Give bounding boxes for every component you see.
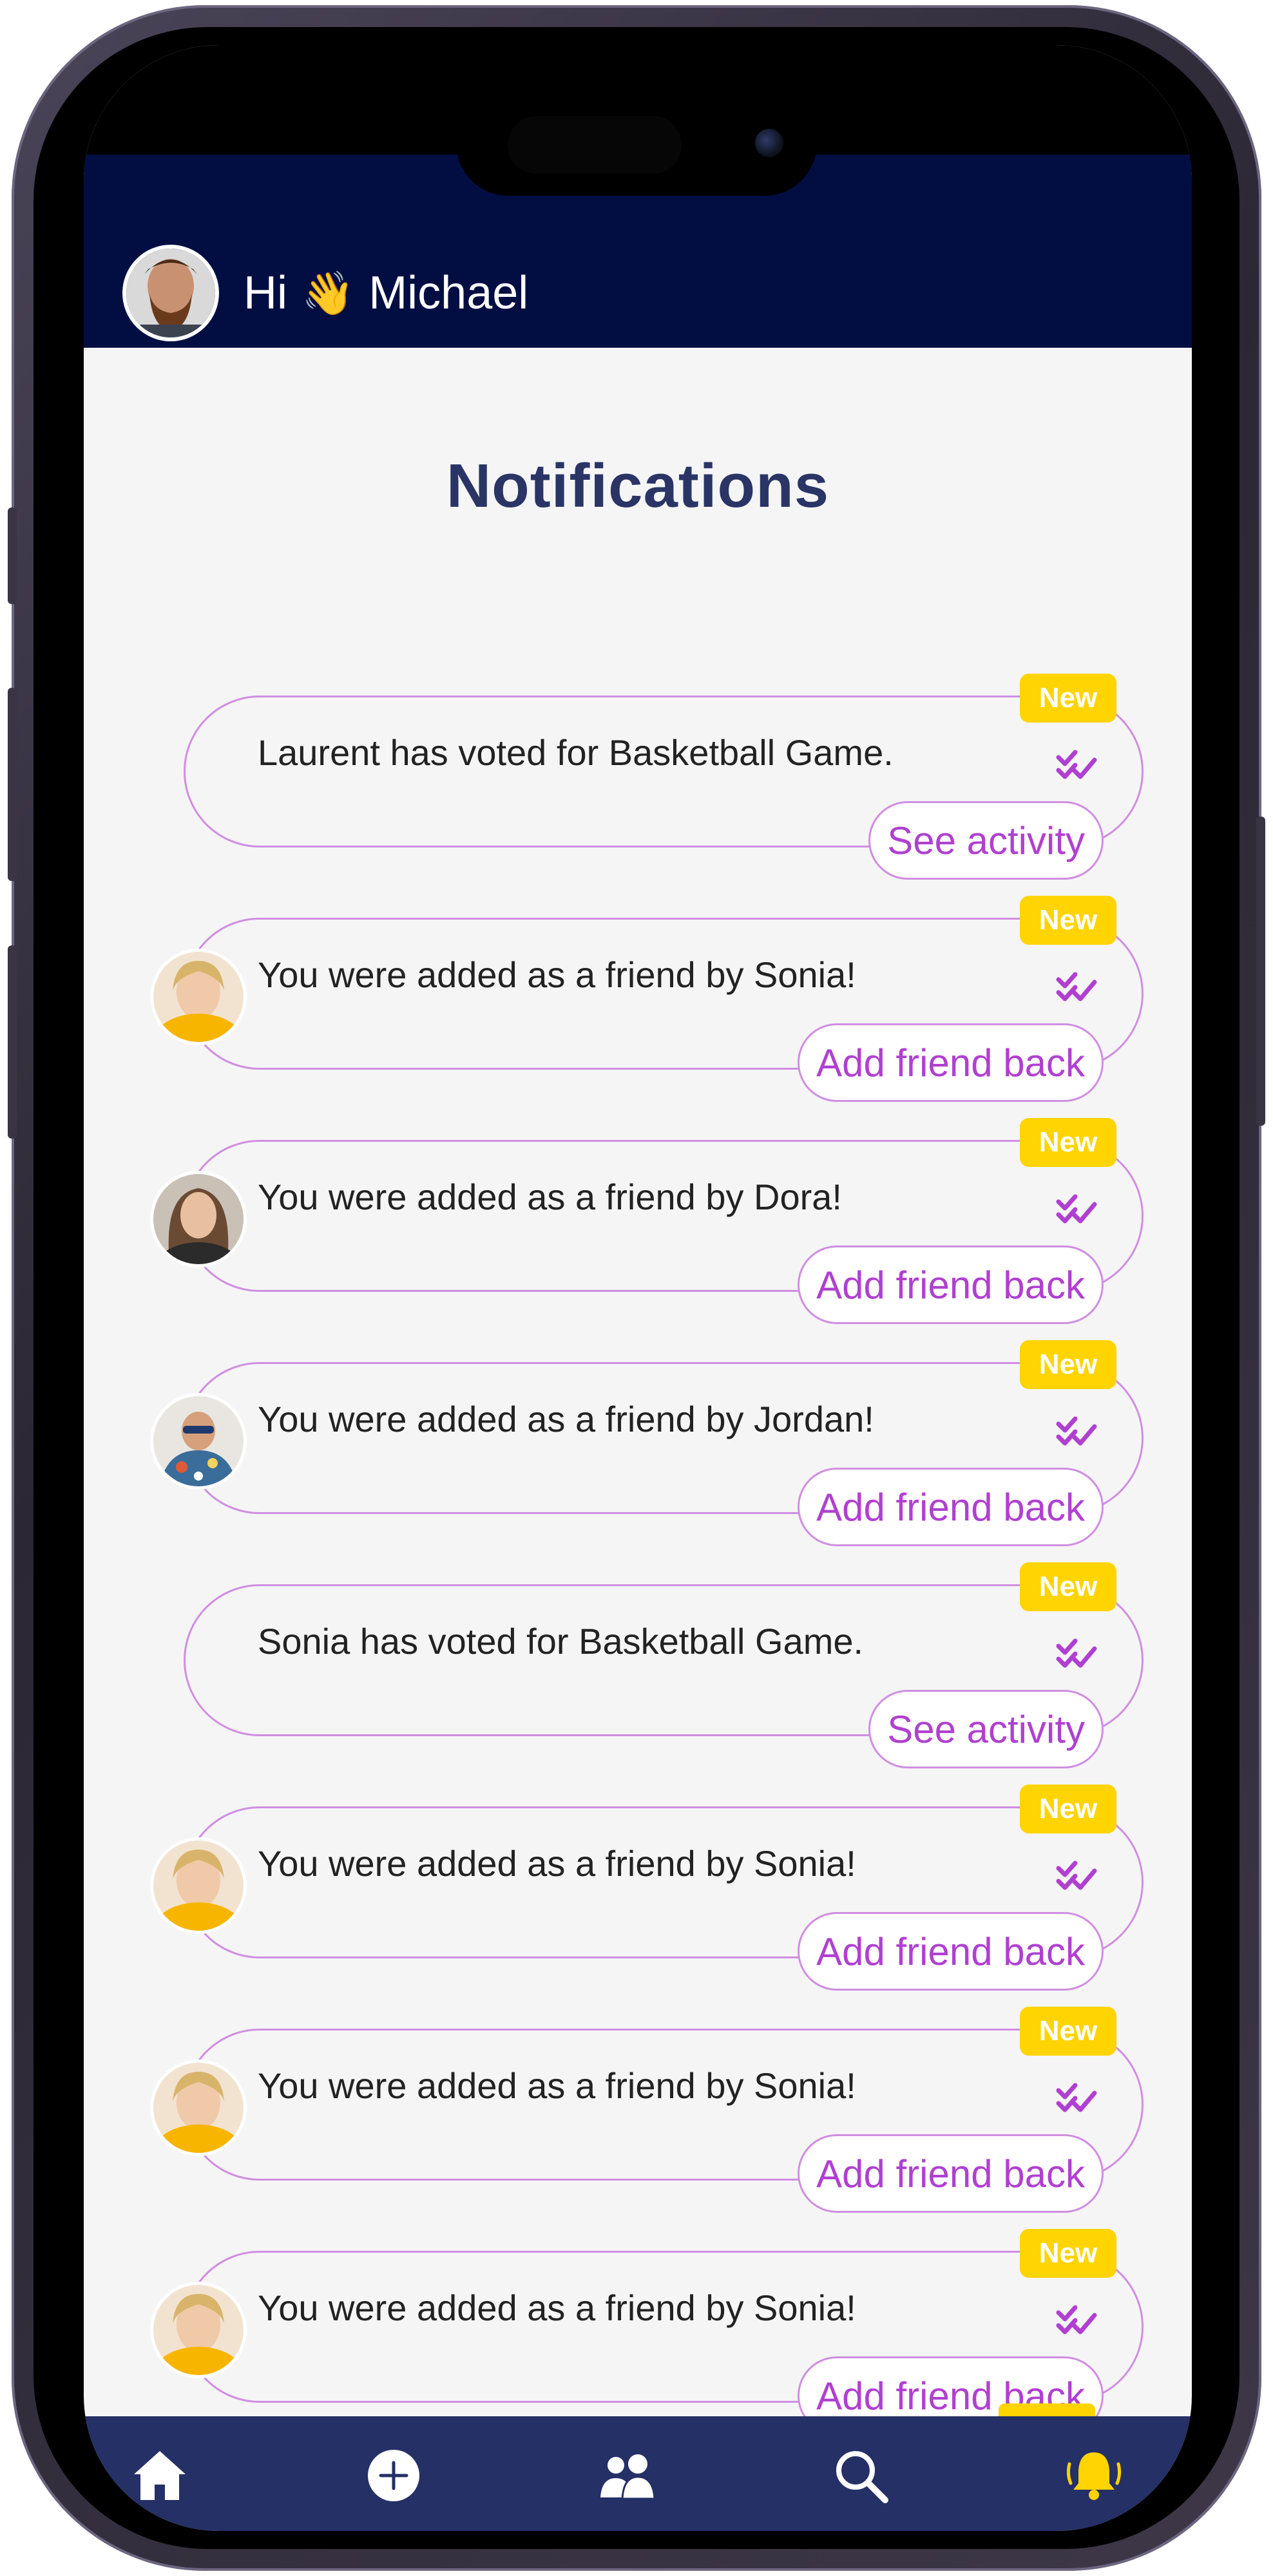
screen: Hi 👋 Michael Notifications New Laurent h… [84,45,1192,2531]
notification-message: You were added as a friend by Jordan! [258,1399,874,1439]
nav-home[interactable] [129,2445,191,2506]
bottom-nav [84,2416,1192,2531]
power-button [1256,817,1265,1126]
home-icon [134,2451,186,2500]
notification-card[interactable]: New Laurent has voted for Basketball Gam… [184,674,1144,880]
nav-add[interactable] [363,2445,425,2506]
add-friend-back-button[interactable]: Add friend back [798,2134,1104,2213]
sonia-avatar[interactable] [150,1837,247,1934]
sonia-avatar-image [153,1841,244,1931]
see-activity-button[interactable]: See activity [868,1690,1104,1768]
user-avatar[interactable] [122,245,219,341]
notification-card[interactable]: New Sonia has voted for Basketball Game.… [184,1562,1144,1768]
new-badge: New [1020,674,1116,723]
double-check-icon [1056,2083,1097,2112]
add-friend-back-button[interactable]: Add friend back [798,1023,1104,1102]
volume-down-button [8,945,17,1139]
add-circle-icon [368,2450,419,2501]
new-badge: New [1020,1340,1116,1389]
user-name: Michael [368,267,529,319]
nav-notifications[interactable] [1063,2445,1125,2506]
sonia-avatar[interactable] [150,2282,247,2378]
sonia-avatar[interactable] [150,2060,247,2156]
sonia-avatar-image [153,2063,244,2153]
notification-message: You were added as a friend by Sonia! [258,1843,856,1884]
jordan-avatar[interactable] [150,1393,247,1490]
front-camera [755,129,783,157]
new-badge: New [1020,2229,1116,2278]
dora-avatar-image [153,1174,244,1264]
add-friend-back-button[interactable]: Add friend back [798,1912,1104,1991]
sonia-avatar-image [153,2285,244,2375]
greeting: Hi 👋 Michael [244,261,528,325]
next-new-badge-peek [999,2403,1095,2416]
page-title: Notifications [446,451,830,520]
notification-card[interactable]: New You were added as a friend by Sonia!… [150,2007,1144,2213]
notification-message: Laurent has voted for Basketball Game. [258,732,894,773]
wave-emoji: 👋 [302,269,355,317]
nav-friends[interactable] [597,2445,658,2506]
user-avatar-image [126,249,215,337]
double-check-icon [1056,1638,1097,1668]
double-check-icon [1056,1416,1097,1446]
new-badge: New [1020,1562,1116,1611]
dora-avatar[interactable] [150,1171,247,1267]
dynamic-island [456,91,817,196]
notification-message: You were added as a friend by Sonia! [258,2287,856,2328]
double-check-icon [1056,2305,1097,2334]
double-check-icon [1056,1861,1097,1890]
notification-message: You were added as a friend by Dora! [258,1177,842,1217]
sonia-avatar-image [153,952,244,1042]
notification-card[interactable]: New You were added as a friend by Sonia!… [150,2229,1144,2435]
double-check-icon [1056,750,1097,779]
greeting-text: Hi [244,267,287,319]
notification-message: You were added as a friend by Sonia! [258,2065,856,2106]
notification-card[interactable]: New You were added as a friend by Sonia!… [150,896,1144,1102]
notification-message: You were added as a friend by Sonia! [258,954,856,995]
mute-switch [8,507,17,604]
nav-search[interactable] [830,2445,892,2506]
notification-card[interactable]: New You were added as a friend by Dora! … [150,1118,1144,1324]
island-sensor [508,116,682,174]
sonia-avatar[interactable] [150,949,247,1045]
double-check-icon [1056,972,1097,1001]
volume-up-button [8,688,17,881]
add-friend-back-button[interactable]: Add friend back [798,1245,1104,1324]
jordan-avatar-image [153,1396,244,1486]
search-icon [836,2451,888,2503]
notification-card[interactable]: New You were added as a friend by Jordan… [150,1340,1144,1546]
see-activity-button[interactable]: See activity [868,801,1104,880]
new-badge: New [1020,1118,1116,1167]
notification-message: Sonia has voted for Basketball Game. [258,1621,864,1662]
new-badge: New [1020,1785,1116,1833]
friends-icon [600,2454,656,2500]
bell-icon [1066,2452,1122,2500]
notification-card[interactable]: New You were added as a friend by Sonia!… [150,1785,1144,1991]
new-badge: New [1020,896,1116,945]
new-badge: New [1020,2007,1116,2056]
add-friend-back-button[interactable]: Add friend back [798,1468,1104,1546]
double-check-icon [1056,1194,1097,1224]
